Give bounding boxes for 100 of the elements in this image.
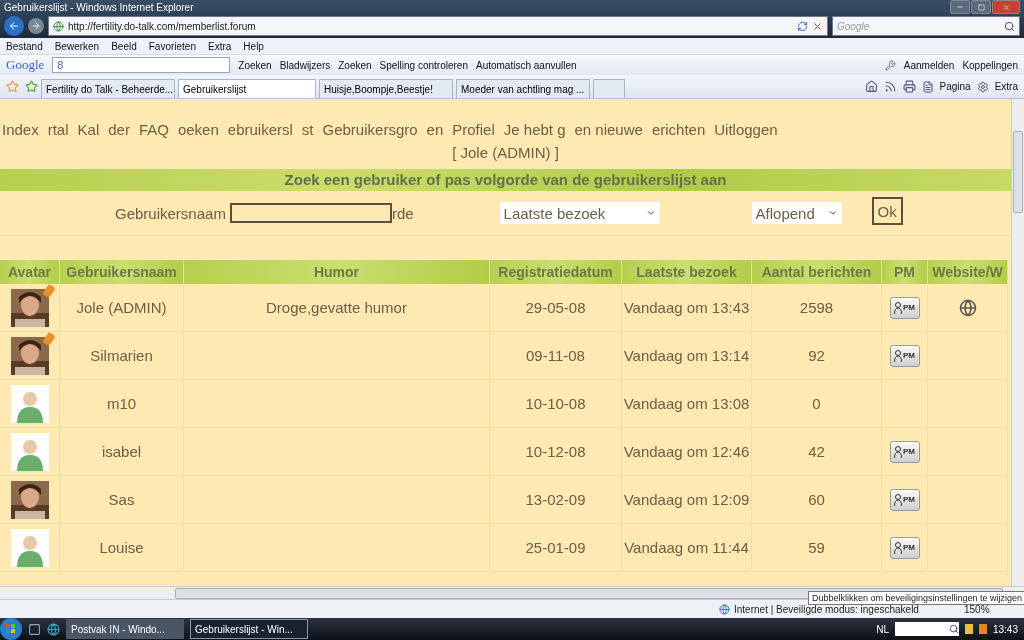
menu-item[interactable]: Beeld	[111, 40, 137, 52]
table-cell: 92	[752, 332, 882, 380]
tools-menu[interactable]: Extra	[994, 81, 1018, 92]
nav-link[interactable]: oeken	[177, 121, 219, 138]
toolbar-button[interactable]: Spelling controleren	[379, 59, 468, 71]
menu-item[interactable]: Favorieten	[148, 40, 196, 52]
globe-icon	[53, 20, 64, 32]
person-icon	[894, 301, 902, 314]
order-select[interactable]: Aflopend	[751, 202, 842, 224]
toolbar-button[interactable]: Aanmelden	[903, 59, 955, 71]
pm-button[interactable]: PM	[889, 440, 920, 463]
toolbar-button[interactable]: Zoeken	[238, 59, 272, 71]
globe-icon	[719, 603, 730, 615]
caret-icon	[827, 208, 838, 218]
nav-link[interactable]: erichten	[651, 121, 706, 138]
page-menu[interactable]: Pagina	[939, 81, 971, 92]
sort-select[interactable]: Laatste bezoek	[499, 202, 660, 224]
menu-item[interactable]: Bestand	[6, 40, 43, 52]
nav-link[interactable]: Uitloggen	[714, 121, 778, 138]
table-cell: 60	[752, 476, 882, 524]
table-cell: 13-02-09	[490, 476, 622, 524]
table-cell: Vandaag om 12:09	[622, 476, 752, 524]
nav-link[interactable]: en	[426, 121, 444, 138]
pm-button[interactable]: PM	[889, 536, 920, 559]
language-indicator[interactable]: NL	[876, 623, 889, 635]
back-button[interactable]	[4, 16, 24, 36]
add-favorite-icon[interactable]	[25, 80, 38, 93]
nav-link[interactable]: der	[108, 121, 130, 138]
nav-link[interactable]: rtal	[47, 121, 69, 138]
table-cell: Silmarien	[60, 332, 184, 380]
nav-link[interactable]: Gebruikersgro	[322, 121, 418, 138]
nav-link[interactable]: Je hebt g	[503, 121, 566, 138]
nav-link[interactable]: Profiel	[452, 121, 495, 138]
nav-link[interactable]: ebruikersl	[227, 121, 293, 138]
feed-icon[interactable]	[883, 80, 897, 93]
menu-item[interactable]: Extra	[208, 40, 232, 52]
tray-icon[interactable]	[978, 624, 987, 634]
nav-link[interactable]: FAQ	[138, 121, 169, 138]
zoom-level[interactable]: 150%	[964, 603, 1024, 615]
column-header: Avatar	[0, 260, 60, 284]
close-button[interactable]	[992, 0, 1020, 14]
table-cell: m10	[60, 380, 184, 428]
security-zone[interactable]: Internet | Beveiligde modus: ingeschakeld	[734, 603, 964, 615]
taskbar-search-field[interactable]	[894, 622, 959, 636]
nav-link[interactable]: Index	[2, 121, 39, 138]
stop-icon[interactable]	[812, 20, 823, 32]
taskbar-button[interactable]: Postvak IN - Windo...	[66, 619, 184, 639]
pm-label: PM	[903, 351, 915, 360]
browser-icon[interactable]	[47, 622, 60, 636]
user-label: [ Jole (ADMIN) ]	[452, 143, 559, 163]
browser-tab[interactable]: Gebruikerslijst	[178, 79, 316, 98]
browser-tab[interactable]: Fertility do Talk - Beheerde...	[41, 79, 175, 98]
toolbar-button[interactable]: Bladwijzers	[279, 59, 331, 71]
forward-arrow-icon	[31, 21, 41, 31]
print-icon[interactable]	[902, 80, 916, 93]
maximize-icon	[977, 3, 985, 11]
table-cell: Vandaag om 13:08	[622, 380, 752, 428]
forward-button[interactable]	[28, 18, 44, 34]
clock[interactable]: 13:43	[992, 623, 1018, 635]
search-icon	[948, 624, 959, 634]
browser-tab[interactable]: Huisje,Boompje,Beestje!	[319, 79, 453, 98]
pm-button[interactable]: PM	[889, 488, 920, 511]
vertical-scrollbar[interactable]	[1011, 99, 1024, 586]
pm-button[interactable]: PM	[889, 344, 920, 367]
username-field[interactable]	[229, 203, 392, 223]
settings-icon	[976, 80, 989, 93]
wrench-icon	[884, 59, 896, 71]
table-cell: Vandaag om 12:46	[622, 428, 752, 476]
toolbar-search-field[interactable]: 8	[52, 57, 231, 73]
refresh-icon[interactable]	[797, 20, 808, 32]
menu-item[interactable]: Help	[243, 40, 264, 52]
nav-link[interactable]: en nieuwe	[574, 121, 643, 138]
favorites-star-icon[interactable]	[6, 80, 19, 93]
table-cell: Vandaag om 13:43	[622, 284, 752, 332]
menu-item[interactable]: Bewerken	[54, 40, 100, 52]
pm-button[interactable]: PM	[889, 296, 920, 319]
desktop-icon[interactable]	[28, 622, 41, 636]
table-cell: 29-05-08	[490, 284, 622, 332]
table-cell: Vandaag om 11:44	[622, 524, 752, 572]
address-field[interactable]: http://fertility.do-talk.com/memberlist.forum	[48, 16, 828, 36]
avatar-icon	[10, 432, 49, 471]
windows-logo-icon	[6, 624, 16, 634]
nav-link[interactable]: Kal	[77, 121, 100, 138]
browser-tab[interactable]: Moeder van achtling mag ...	[456, 79, 590, 98]
table-cell: 10-10-08	[490, 380, 622, 428]
nav-link[interactable]: st	[301, 121, 314, 138]
page-icon	[921, 80, 934, 93]
toolbar-button[interactable]: Automatisch aanvullen	[475, 59, 577, 71]
taskbar-button[interactable]: Gebruikerslijst - Win...	[190, 619, 308, 639]
avatar-icon	[10, 528, 49, 567]
pm-label: PM	[903, 495, 915, 504]
table-cell: 0	[752, 380, 882, 428]
toolbar-button[interactable]: Koppelingen	[962, 59, 1018, 71]
ok-button[interactable]: Ok	[871, 197, 903, 225]
table-cell: Droge,gevatte humor	[184, 284, 490, 332]
globe-icon[interactable]	[958, 298, 977, 317]
home-icon[interactable]	[864, 80, 878, 93]
toolbar-button[interactable]: Zoeken	[338, 59, 372, 71]
column-header: Laatste bezoek	[622, 260, 752, 284]
start-button[interactable]	[0, 618, 22, 640]
